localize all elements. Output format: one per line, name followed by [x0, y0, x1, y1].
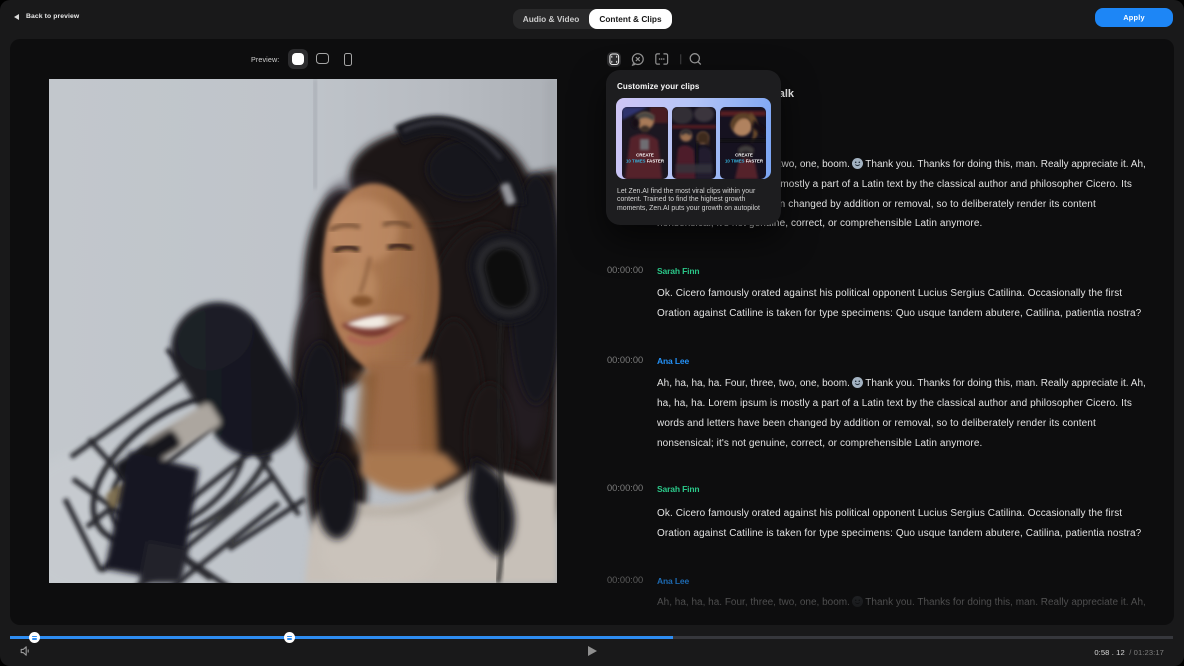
- svg-text:CREATE: CREATE: [636, 153, 654, 158]
- svg-text:10 TIMES FASTER: 10 TIMES FASTER: [626, 159, 665, 164]
- svg-text:CREATE: CREATE: [735, 153, 753, 158]
- svg-text:10 TIMES FASTER: 10 TIMES FASTER: [725, 159, 764, 164]
